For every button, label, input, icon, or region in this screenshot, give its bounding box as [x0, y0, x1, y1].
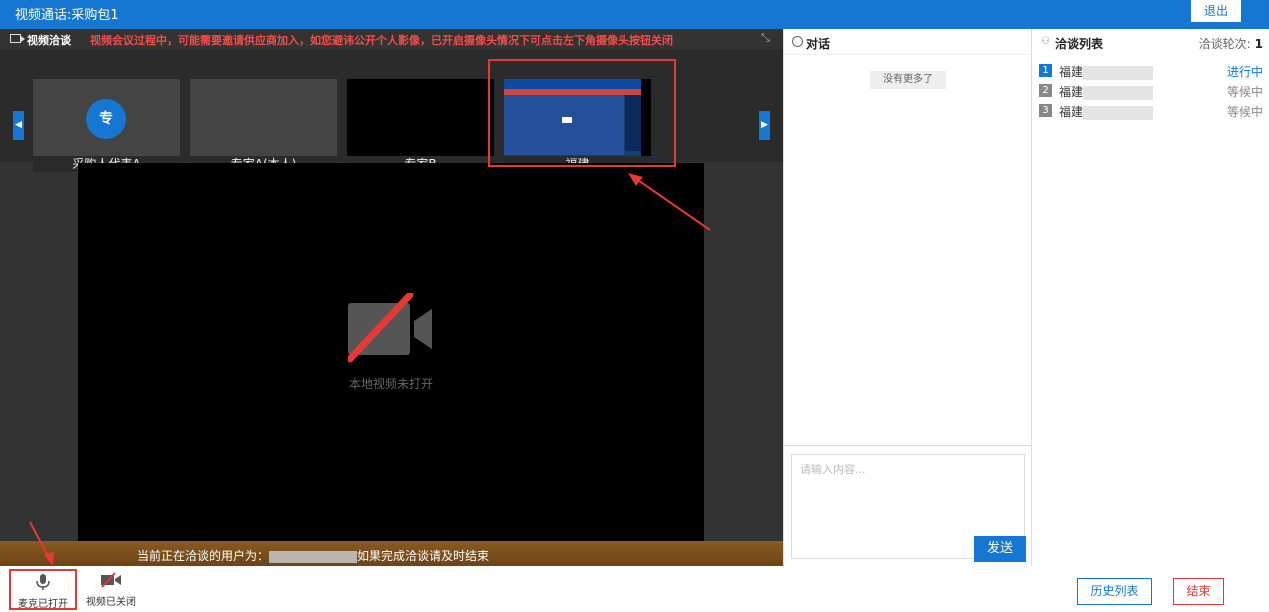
item-number: 2 [1039, 84, 1052, 97]
video-panel-header: 视频洽谈 视频会议过程中，可能需要邀请供应商加入，如您避讳公开个人影像，已开启摄… [0, 29, 783, 49]
scroll-right-button[interactable]: ▶ [759, 111, 770, 140]
redacted-name [269, 550, 358, 563]
title-bar: 视频通话:采购包1 退出 [0, 0, 1269, 29]
item-status: 等候中 [1226, 85, 1263, 99]
chat-bubble-icon [792, 36, 803, 47]
item-status: 等候中 [1226, 105, 1263, 119]
participant-thumb-self[interactable]: 专家A(本人) [190, 79, 337, 172]
participant-thumb-expert-b[interactable]: 专家B [347, 79, 494, 172]
item-name-text: 福建 [1059, 105, 1084, 119]
history-list-button[interactable]: 历史列表 [1077, 578, 1152, 605]
list-item[interactable]: 2 福建 等候中 [1039, 81, 1263, 101]
chat-panel: 对话 没有更多了 发送 [783, 29, 1032, 566]
scroll-left-button[interactable]: ◀ [13, 111, 24, 140]
microphone-toggle[interactable]: 麦克已打开 [9, 569, 77, 610]
status-text: 当前正在洽谈的用户为： 如果完成洽谈请及时结束 [137, 547, 489, 564]
video-off-text: 本地视频未打开 [348, 377, 433, 391]
end-button[interactable]: 结束 [1173, 578, 1224, 605]
microphone-icon [36, 574, 50, 590]
camera-toggle[interactable]: 视频已关闭 [82, 569, 140, 610]
fullscreen-icon[interactable]: ⤡ [761, 31, 770, 45]
bottom-toolbar: 麦克已打开 视频已关闭 历史列表 结束 [0, 566, 1269, 612]
item-name: 福建 [1059, 83, 1154, 100]
status-suffix: 如果完成洽谈请及时结束 [357, 549, 490, 563]
video-camera-icon [10, 34, 25, 43]
list-title: 洽谈列表 [1055, 37, 1104, 51]
item-name: 福建 [1059, 103, 1154, 120]
item-number: 3 [1039, 104, 1052, 117]
item-name-text: 福建 [1059, 65, 1084, 79]
chat-title: 对话 [806, 37, 831, 51]
redacted-name [1083, 105, 1154, 120]
main-video-area: 本地视频未打开 [78, 163, 704, 541]
redacted-name [1083, 85, 1154, 100]
chat-header: 对话 [784, 29, 1031, 55]
chat-input-area: 发送 [784, 445, 1031, 566]
annotation-highlight-box [488, 59, 676, 167]
window-title: 视频通话:采购包1 [15, 8, 119, 23]
microphone-label: 麦克已打开 [18, 599, 68, 610]
item-number: 1 [1039, 64, 1052, 77]
chat-input-box: 发送 [791, 454, 1026, 562]
no-more-messages: 没有更多了 [870, 71, 946, 89]
list-item[interactable]: 1 福建 进行中 [1039, 61, 1263, 81]
video-off-icon [348, 293, 432, 363]
rounds-indicator: 洽谈轮次: 1 [1199, 35, 1263, 52]
video-panel-label: 视频洽谈 [27, 34, 71, 47]
list-item[interactable]: 3 福建 等候中 [1039, 101, 1263, 121]
camera-label: 视频已关闭 [86, 597, 136, 608]
status-prefix: 当前正在洽谈的用户为： [137, 549, 270, 563]
rounds-value: 1 [1254, 37, 1263, 51]
redacted-name [1083, 65, 1154, 80]
participant-thumb-purchaser[interactable]: 专 采购人代表A [33, 79, 180, 172]
item-name: 福建 [1059, 63, 1154, 80]
rounds-label: 洽谈轮次: [1198, 37, 1251, 51]
negotiation-list-panel: ⚇ 洽谈列表 洽谈轮次: 1 1 福建 进行中 2 福建 等候中 3 福建 等候中 [1032, 29, 1269, 566]
privacy-warning: 视频会议过程中，可能需要邀请供应商加入，如您避讳公开个人影像，已开启摄像头情况下… [90, 34, 673, 47]
exit-button[interactable]: 退出 [1191, 0, 1241, 22]
avatar: 专 [86, 99, 126, 139]
camera-off-icon [101, 572, 121, 588]
current-negotiation-bar: 当前正在洽谈的用户为： 如果完成洽谈请及时结束 [0, 541, 783, 566]
item-name-text: 福建 [1059, 85, 1084, 99]
send-button[interactable]: 发送 [974, 536, 1026, 562]
item-status: 进行中 [1226, 65, 1263, 79]
person-icon: ⚇ [1041, 36, 1050, 47]
